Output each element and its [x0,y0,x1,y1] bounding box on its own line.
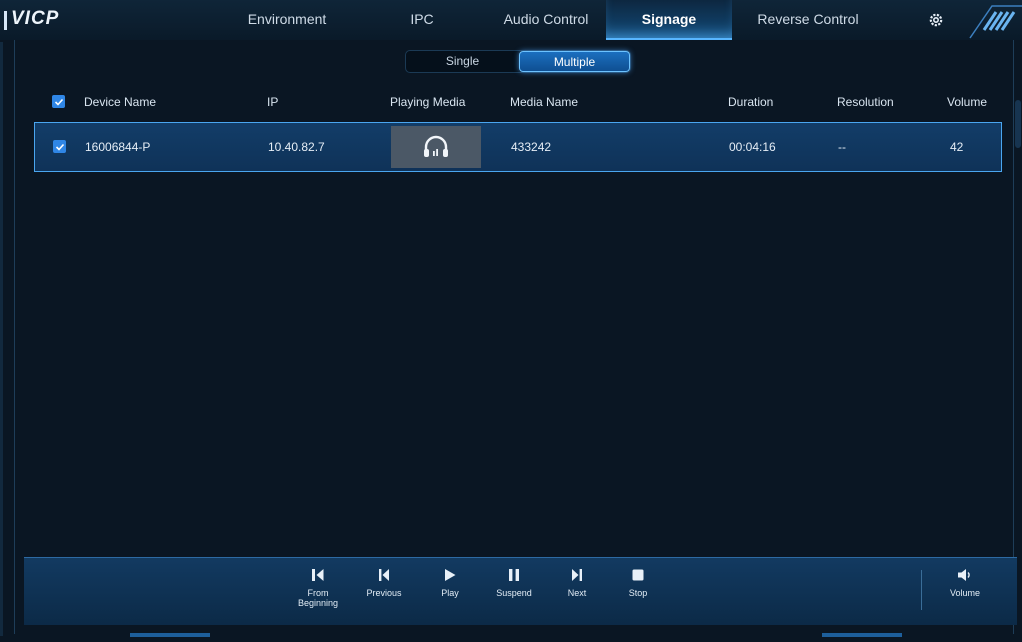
volume-label: Volume [949,588,981,598]
play-button[interactable]: Play [430,568,470,598]
app-logo: VICP [11,8,60,29]
row-checkbox[interactable] [53,140,66,153]
playing-media-thumbnail [391,126,481,168]
suspend-label: Suspend [496,588,532,598]
header-decoration [969,5,1022,39]
table-header: Device Name IP Playing Media Media Name … [34,88,1002,116]
mode-toggle: Single Multiple [405,50,631,73]
headphones-icon [424,135,448,157]
suspend-button[interactable]: Suspend [490,568,538,598]
column-ip: IP [267,95,279,109]
right-scroll-handle[interactable] [1015,100,1021,148]
media-name-cell: 433242 [511,140,552,154]
duration-cell: 00:04:16 [729,140,776,154]
tab-environment[interactable]: Environment [230,0,344,38]
stop-button[interactable]: Stop [620,568,656,598]
playback-control-bar: From Beginning Previous Play Suspend Nex… [24,557,1017,625]
tab-ipc[interactable]: IPC [372,0,472,38]
volume-button[interactable]: Volume [940,568,990,598]
resolution-cell: -- [838,140,846,154]
column-playing-media: Playing Media [390,95,466,109]
top-navigation-bar: VICP Environment IPC Audio Control Signa… [0,0,1022,40]
tab-reverse-control[interactable]: Reverse Control [743,0,873,38]
from-beginning-label: From Beginning [297,588,339,608]
previous-button[interactable]: Previous [359,568,409,598]
brand-accent-bar [4,11,7,30]
settings-button[interactable] [921,6,951,34]
gear-icon [929,13,943,27]
stop-label: Stop [628,588,648,598]
tab-audio-control[interactable]: Audio Control [490,0,602,38]
play-label: Play [441,588,459,598]
multiple-mode-button[interactable]: Multiple [519,51,630,72]
left-frame-edge [0,42,3,636]
volume-cell: 42 [950,140,964,154]
speaker-icon [958,569,970,581]
previous-icon [379,569,389,581]
skip-to-start-icon [312,569,324,581]
select-all-checkbox[interactable] [52,95,65,108]
tab-signage[interactable]: Signage [606,0,732,40]
column-resolution: Resolution [837,95,894,109]
ip-cell: 10.40.82.7 [268,140,325,154]
volume-divider [921,570,922,610]
previous-label: Previous [366,588,402,598]
from-beginning-button[interactable]: From Beginning [288,568,348,608]
device-name-cell: 16006844-P [85,140,151,154]
next-label: Next [567,588,587,598]
single-mode-button[interactable]: Single [406,51,519,72]
checkmark-icon [54,98,63,106]
next-icon [572,569,582,581]
table-row[interactable]: 16006844-P 10.40.82.7 433242 00:04:16 --… [34,122,1002,172]
play-icon [445,569,456,581]
stop-icon [632,569,644,581]
bottom-decoration-left [130,633,210,637]
column-volume: Volume [947,95,988,109]
next-button[interactable]: Next [558,568,596,598]
column-duration: Duration [728,95,774,109]
pause-icon [509,569,519,581]
bottom-decoration-right [822,633,902,637]
column-media-name: Media Name [510,95,579,109]
column-device-name: Device Name [84,95,157,109]
checkmark-icon [55,143,64,151]
